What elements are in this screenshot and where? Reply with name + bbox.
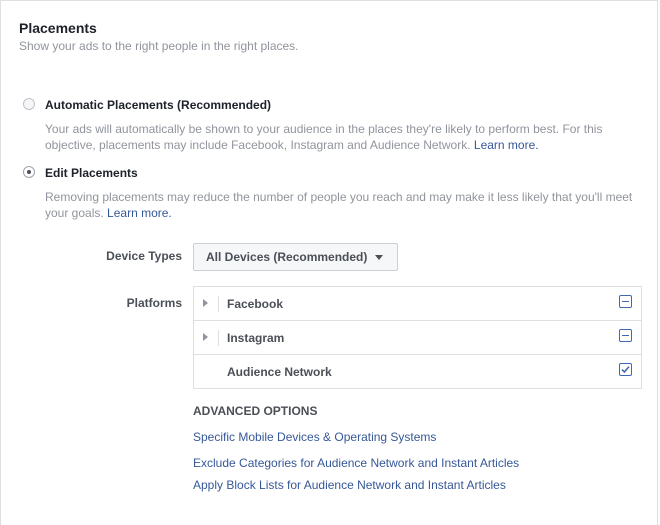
platforms-list: Facebook Instagram Audience Network <box>193 286 642 389</box>
automatic-placements-description: Your ads will automatically be shown to … <box>45 121 645 153</box>
device-types-dropdown[interactable]: All Devices (Recommended) <box>193 243 398 271</box>
check-icon <box>621 366 630 374</box>
platform-row-audience-network[interactable]: Audience Network <box>194 355 641 389</box>
platform-label-instagram: Instagram <box>227 331 285 345</box>
automatic-placements-radio[interactable] <box>23 98 35 110</box>
block-lists-link[interactable]: Apply Block Lists for Audience Network a… <box>193 478 506 492</box>
caret-down-icon <box>375 254 384 260</box>
instagram-partial-checkbox[interactable] <box>619 329 632 342</box>
section-subtitle: Show your ads to the right people in the… <box>19 39 299 53</box>
exclude-categories-link[interactable]: Exclude Categories for Audience Network … <box>193 456 519 470</box>
platform-row-instagram[interactable]: Instagram <box>194 321 641 355</box>
automatic-learn-more-link[interactable]: Learn more. <box>474 138 539 152</box>
platform-label-audience-network: Audience Network <box>227 365 332 379</box>
expand-arrow-icon[interactable] <box>203 299 208 307</box>
edit-placements-label[interactable]: Edit Placements <box>45 166 138 180</box>
device-types-label: Device Types <box>106 249 182 263</box>
specific-devices-link[interactable]: Specific Mobile Devices & Operating Syst… <box>193 430 436 444</box>
edit-learn-more-link[interactable]: Learn more. <box>107 206 172 220</box>
section-title: Placements <box>19 20 97 36</box>
device-types-value: All Devices (Recommended) <box>206 250 368 264</box>
audience-network-checkbox[interactable] <box>619 363 632 376</box>
placements-panel: Placements Show your ads to the right pe… <box>0 0 658 525</box>
edit-placements-radio[interactable] <box>23 166 35 178</box>
platform-label-facebook: Facebook <box>227 297 284 311</box>
automatic-placements-label[interactable]: Automatic Placements (Recommended) <box>45 98 271 112</box>
edit-placements-description: Removing placements may reduce the numbe… <box>45 189 645 221</box>
platform-row-facebook[interactable]: Facebook <box>194 287 641 321</box>
advanced-options-title: ADVANCED OPTIONS <box>193 404 318 418</box>
platforms-label: Platforms <box>126 296 182 310</box>
row-divider <box>218 296 219 312</box>
expand-arrow-icon[interactable] <box>203 333 208 341</box>
row-divider <box>218 330 219 346</box>
facebook-partial-checkbox[interactable] <box>619 295 632 308</box>
